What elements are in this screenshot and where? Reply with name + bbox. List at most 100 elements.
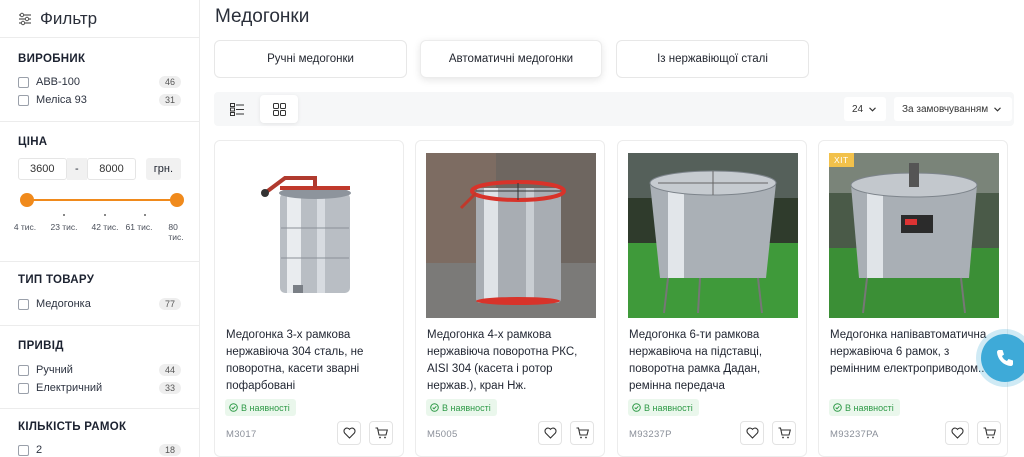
grid-view-icon <box>272 102 286 116</box>
price-max-input[interactable]: 8000 <box>87 158 136 180</box>
tick-label: 80 тис. <box>168 222 184 242</box>
cart-icon <box>375 427 388 439</box>
phone-icon <box>997 350 1013 366</box>
stock-text: В наявності <box>845 402 894 413</box>
option-count: 46 <box>158 76 181 88</box>
option-label: Електричний <box>36 382 103 394</box>
sort-select[interactable]: За замовчуванням <box>894 97 1012 121</box>
option-count: 44 <box>158 364 181 376</box>
product-card[interactable]: Медогонка 4-х рамкова нержавіюча поворот… <box>415 140 605 457</box>
product-image[interactable] <box>225 153 395 318</box>
tick-mark <box>63 214 65 216</box>
product-name[interactable]: Медогонка 6-ти рамкова нержавіюча на під… <box>629 327 801 395</box>
add-to-cart-button[interactable] <box>369 421 393 445</box>
stock-badge: В наявності <box>225 399 296 416</box>
tick-mark <box>104 214 106 216</box>
tick-mark <box>144 214 146 216</box>
option-label: Медогонка <box>36 298 91 310</box>
filter-header: Фильтр <box>0 0 199 38</box>
favorite-button[interactable] <box>538 421 562 445</box>
filter-option[interactable]: Електричний 33 <box>18 379 181 397</box>
catalog-toolbar: 24 За замовчуванням <box>214 92 1014 126</box>
product-card[interactable]: Медогонка 3-х рамкова нержавіюча 304 ста… <box>214 140 404 457</box>
favorite-button[interactable] <box>740 421 764 445</box>
stock-badge: В наявності <box>829 399 900 416</box>
filter-option[interactable]: Меліса 93 31 <box>18 91 181 109</box>
product-name[interactable]: Медогонка 4-х рамкова нержавіюча поворот… <box>427 327 599 395</box>
checkbox[interactable] <box>18 444 29 456</box>
product-name[interactable]: Медогонка напівавтоматична нержавіюча 6 … <box>830 327 1002 378</box>
grid-view-button[interactable] <box>260 95 298 123</box>
filter-sidebar: Фильтр ВИРОБНИК ABB-100 46 Меліса 93 31 … <box>0 0 200 457</box>
add-to-cart-button[interactable] <box>570 421 594 445</box>
currency-label: грн. <box>145 158 181 180</box>
favorite-button[interactable] <box>337 421 361 445</box>
per-page-select[interactable]: 24 <box>844 97 886 121</box>
category-manual-button[interactable]: Ручні медогонки <box>214 40 407 78</box>
sliders-icon <box>19 12 31 25</box>
product-card[interactable]: Медогонка 6-ти рамкова нержавіюча на під… <box>617 140 807 457</box>
tick-label: 4 тис. <box>13 222 37 232</box>
check-circle-icon <box>632 403 641 412</box>
checkbox[interactable] <box>18 76 29 88</box>
checkbox[interactable] <box>18 364 29 376</box>
hit-badge: ХІТ <box>829 153 854 167</box>
list-view-icon <box>230 102 244 116</box>
checkbox[interactable] <box>18 382 29 394</box>
category-automatic-button[interactable]: Автоматичні медогонки <box>420 40 602 78</box>
option-label: ABB-100 <box>36 76 81 88</box>
slider-min-handle[interactable] <box>20 193 34 207</box>
option-label: 2 <box>36 444 43 456</box>
slider-track <box>27 199 172 201</box>
frames-section: КІЛЬКІСТЬ РАМОК 2 18 <box>0 409 199 457</box>
option-count: 77 <box>158 298 181 310</box>
cart-icon <box>778 427 791 439</box>
favorite-button[interactable] <box>945 421 969 445</box>
producer-section: ВИРОБНИК ABB-100 46 Меліса 93 31 <box>0 38 199 122</box>
section-title: ТИП ТОВАРУ <box>18 274 95 286</box>
drive-section: ПРИВІД Ручний 44 Електричний 33 <box>0 326 199 409</box>
tick-label: 61 тис. <box>125 222 153 232</box>
page-title: Медогонки <box>215 6 310 27</box>
list-view-button[interactable] <box>218 95 256 123</box>
stock-text: В наявності <box>442 402 491 413</box>
tick-label: 23 тис. <box>50 222 78 232</box>
price-min-input[interactable]: 3600 <box>18 158 67 180</box>
price-ticks: 4 тис. 23 тис. 42 тис. 61 тис. 80 тис. <box>14 210 184 242</box>
type-section: ТИП ТОВАРУ Медогонка 77 <box>0 262 199 326</box>
product-card[interactable]: ХІТ Медогонка напівавтоматична нержавіюч… <box>818 140 1008 457</box>
filter-option[interactable]: Медогонка 77 <box>18 295 181 313</box>
section-title: КІЛЬКІСТЬ РАМОК <box>18 421 127 433</box>
option-count: 33 <box>158 382 181 394</box>
stock-text: В наявності <box>241 402 290 413</box>
product-sku: M3017 <box>226 429 257 440</box>
heart-icon <box>543 427 557 439</box>
product-image[interactable] <box>426 153 596 318</box>
product-sku: M5005 <box>427 429 458 440</box>
product-image[interactable] <box>829 153 999 318</box>
tick-label: 42 тис. <box>91 222 119 232</box>
product-name[interactable]: Медогонка 3-х рамкова нержавіюча 304 ста… <box>226 327 398 395</box>
product-image[interactable] <box>628 153 798 318</box>
sort-value: За замовчуванням <box>902 103 989 115</box>
section-title: ВИРОБНИК <box>18 53 86 65</box>
checkbox[interactable] <box>18 298 29 310</box>
callback-button[interactable] <box>981 334 1024 382</box>
category-stainless-button[interactable]: Із нержавіющої сталі <box>616 40 809 78</box>
price-slider[interactable] <box>18 190 184 210</box>
filter-option[interactable]: Ручний 44 <box>18 361 181 379</box>
filter-title: Фильтр <box>40 8 98 28</box>
stock-badge: В наявності <box>426 399 497 416</box>
filter-option[interactable]: ABB-100 46 <box>18 73 181 91</box>
chevron-down-icon <box>869 106 877 112</box>
option-count: 18 <box>158 444 181 456</box>
add-to-cart-button[interactable] <box>772 421 796 445</box>
cart-icon <box>576 427 589 439</box>
filter-option[interactable]: 2 18 <box>18 441 181 457</box>
option-label: Ручний <box>36 364 73 376</box>
cart-icon <box>983 427 996 439</box>
product-sku: M93237PA <box>830 429 879 440</box>
slider-max-handle[interactable] <box>170 193 184 207</box>
checkbox[interactable] <box>18 94 29 106</box>
add-to-cart-button[interactable] <box>977 421 1001 445</box>
